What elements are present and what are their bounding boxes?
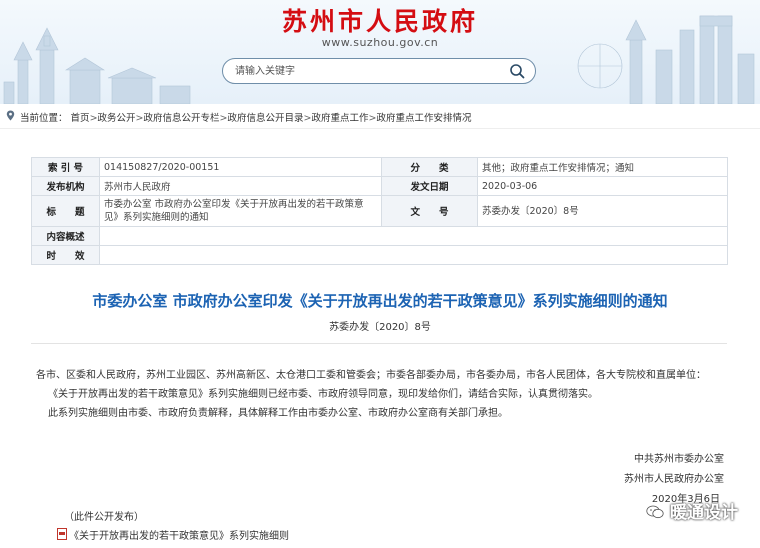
publisher-value: 苏州市人民政府	[99, 176, 382, 196]
breadcrumb-item-gov-affairs[interactable]: 政务公开	[98, 113, 136, 124]
index-number-label: 索 引 号	[31, 157, 100, 177]
breadcrumb-label: 当前位置：	[20, 113, 68, 124]
body-paragraph: 此系列实施细则由市委、市政府负责解释，具体解释工作由市委办公室、市政府办公室商有…	[48, 408, 508, 419]
body-paragraph: 《关于开放再出发的若干政策意见》系列实施细则已经市委、市政府领导同意，现印发给你…	[48, 389, 598, 400]
breadcrumb-separator: >	[135, 113, 144, 124]
breadcrumb: 当前位置： 首页>政务公开>政府信息公开专栏>政府信息公开目录>政府重点工作>政…	[0, 104, 760, 129]
breadcrumb-item-info-column[interactable]: 政府信息公开专栏	[144, 113, 220, 124]
doc-number-label: 文 号	[381, 195, 478, 227]
signatory-party-office: 中共苏州市委办公室	[634, 454, 724, 465]
title-label: 标 题	[31, 195, 100, 227]
publisher-label: 发布机构	[31, 176, 100, 196]
attachment-link[interactable]: 《关于开放再出发的若干政策意见》系列实施细则	[57, 527, 289, 542]
body-paragraph-addressees: 各市、区委和人民政府，苏州工业园区、苏州高新区、太仓港口工委和管委会；市委各部委…	[36, 370, 706, 381]
category-label: 分 类	[381, 157, 478, 177]
signatory-government-office: 苏州市人民政府办公室	[624, 474, 724, 485]
title-value: 市委办公室 市政府办公室印发《关于开放再出发的若干政策意见》系列实施细则的通知	[99, 195, 382, 227]
validity-value	[99, 245, 728, 265]
search-icon[interactable]	[509, 63, 525, 79]
document-title: 市委办公室 市政府办公室印发《关于开放再出发的若干政策意见》系列实施细则的通知	[92, 292, 668, 310]
summary-value	[99, 226, 728, 246]
meta-row: 标 题 市委办公室 市政府办公室印发《关于开放再出发的若干政策意见》系列实施细则…	[31, 195, 728, 227]
breadcrumb-separator: >	[219, 113, 228, 124]
validity-label: 时 效	[31, 245, 100, 265]
issue-date-label: 发文日期	[381, 176, 478, 196]
publish-note: （此件公开发布）	[64, 512, 144, 523]
pdf-file-icon	[57, 528, 67, 540]
breadcrumb-item-key-work-plan[interactable]: 政府重点工作安排情况	[376, 113, 471, 124]
site-header: 苏州市人民政府 www.suzhou.gov.cn	[0, 0, 760, 104]
document-body: 各市、区委和人民政府，苏州工业园区、苏州高新区、太仓港口工委和管委会；市委各部委…	[36, 366, 726, 423]
doc-number-value: 苏委办发〔2020〕8号	[477, 195, 728, 227]
meta-row: 内容概述	[31, 226, 728, 246]
category-value: 其他；政府重点工作安排情况；通知	[477, 157, 728, 177]
search-box	[222, 58, 536, 84]
document-meta-table: 索 引 号 014150827/2020-00151 分 类 其他；政府重点工作…	[31, 157, 728, 265]
meta-row: 发布机构 苏州市人民政府 发文日期 2020-03-06	[31, 176, 728, 196]
site-url: www.suzhou.gov.cn	[321, 36, 439, 49]
breadcrumb-separator: >	[89, 113, 98, 124]
site-title: 苏州市人民政府	[281, 7, 478, 36]
meta-row: 索 引 号 014150827/2020-00151 分 类 其他；政府重点工作…	[31, 157, 728, 177]
attachment-label[interactable]: 《关于开放再出发的若干政策意见》系列实施细则	[69, 531, 289, 542]
search-input[interactable]	[235, 63, 495, 79]
watermark-text: 暖通设计	[670, 503, 738, 523]
index-number-value: 014150827/2020-00151	[99, 157, 382, 177]
summary-label: 内容概述	[31, 226, 100, 246]
breadcrumb-item-home[interactable]: 首页	[71, 113, 90, 124]
watermark: 暖通设计	[646, 498, 738, 523]
breadcrumb-item-info-catalog[interactable]: 政府信息公开目录	[228, 113, 304, 124]
breadcrumb-item-key-work[interactable]: 政府重点工作	[311, 113, 368, 124]
document-number: 苏委办发〔2020〕8号	[329, 322, 431, 333]
issue-date-value: 2020-03-06	[477, 176, 728, 196]
divider	[31, 343, 727, 344]
meta-row: 时 效	[31, 245, 728, 265]
location-pin-icon	[6, 110, 15, 121]
wechat-icon	[646, 505, 664, 519]
